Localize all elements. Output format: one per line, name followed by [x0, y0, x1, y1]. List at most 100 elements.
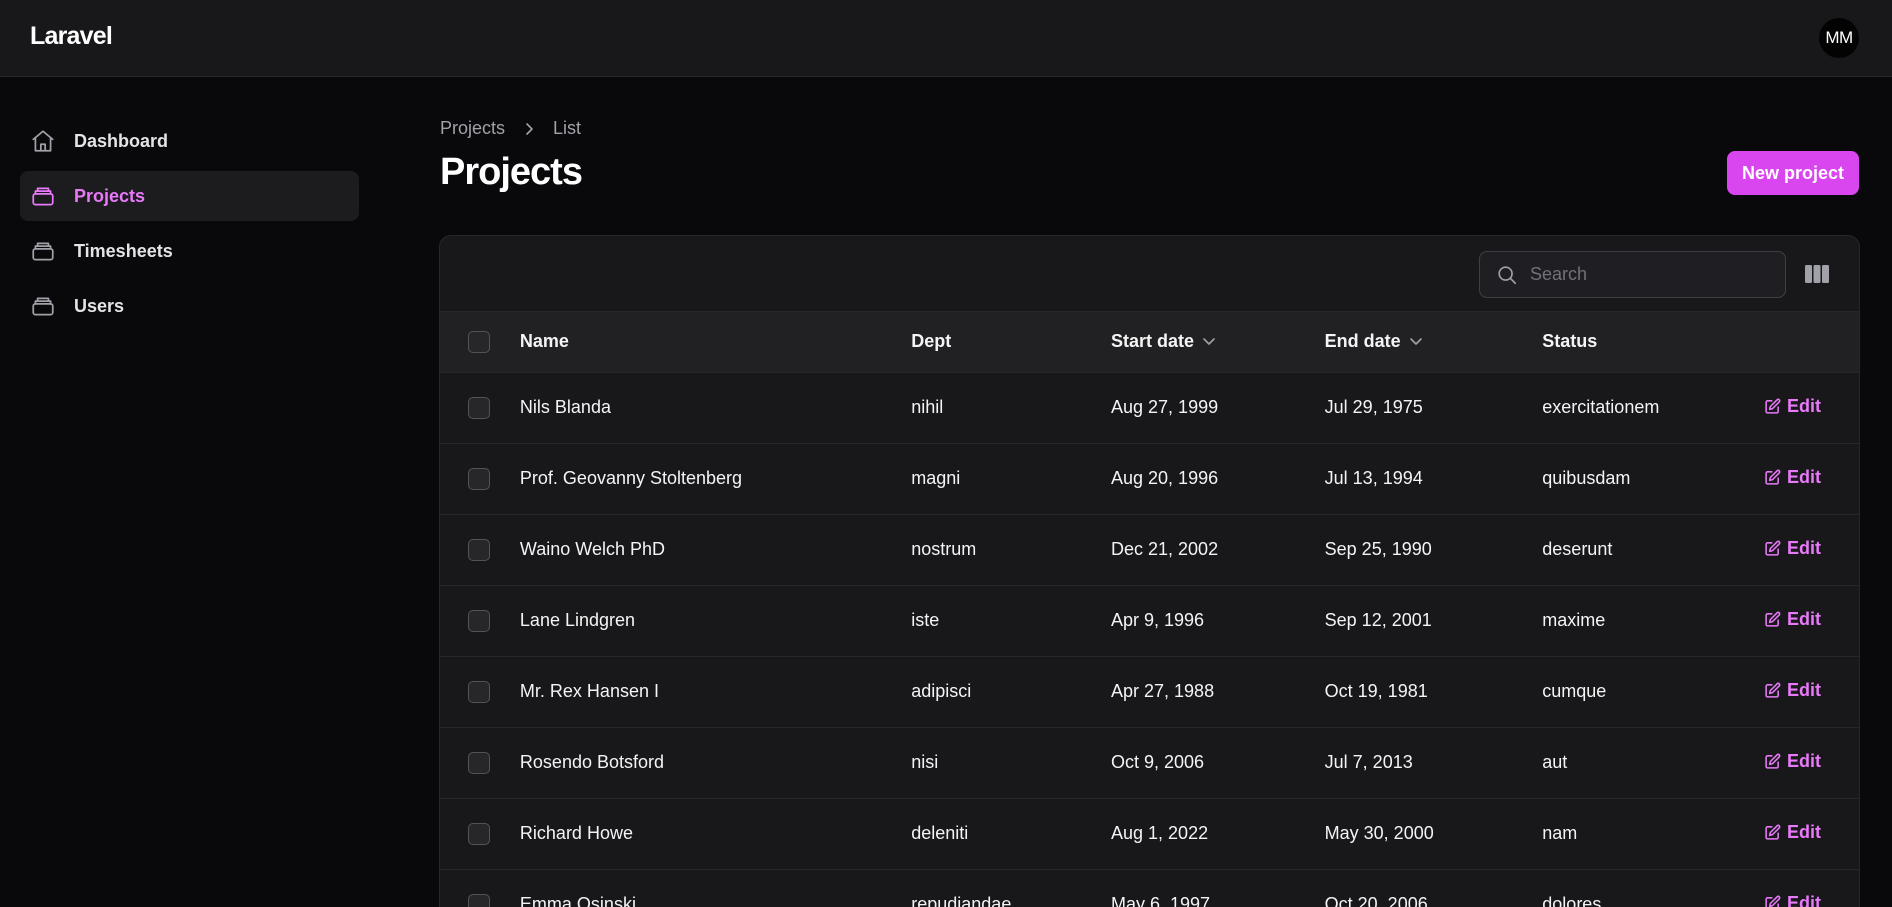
projects-table-card: Name Dept Start date End date Status Nil…: [439, 235, 1860, 907]
table-row[interactable]: Lane Lindgren iste Apr 9, 1996 Sep 12, 2001…: [440, 585, 1859, 656]
select-all-checkbox[interactable]: [468, 330, 490, 353]
cell-name: Mr. Rex Hansen I: [519, 681, 659, 701]
edit-icon: [1765, 611, 1781, 627]
sort-start-date[interactable]: Start date: [1111, 331, 1216, 352]
edit-label: Edit: [1787, 537, 1822, 558]
row-checkbox[interactable]: [468, 822, 490, 845]
table-row[interactable]: Waino Welch PhD nostrum Dec 21, 2002 Sep 25…: [440, 514, 1859, 585]
edit-label: Edit: [1787, 608, 1822, 629]
row-checkbox[interactable]: [468, 467, 490, 490]
new-project-button[interactable]: New project: [1727, 151, 1859, 195]
table-header-row: Name Dept Start date End date Status: [440, 312, 1859, 373]
search-field[interactable]: [1479, 251, 1786, 298]
column-header-name: Name: [519, 312, 912, 373]
table-row[interactable]: Prof. Geovanny Stoltenberg magni Aug 20, 1…: [440, 443, 1859, 514]
cell-name: Emma Osinski: [519, 894, 636, 907]
cell-status: maxime: [1542, 610, 1606, 630]
sidebar-item-timesheets[interactable]: Timesheets: [20, 226, 359, 276]
chevron-right-icon: [523, 122, 535, 136]
cell-status: dolores: [1542, 894, 1602, 907]
edit-label: Edit: [1787, 466, 1822, 487]
edit-icon: [1765, 895, 1781, 907]
edit-label: Edit: [1787, 679, 1822, 700]
columns-toggle-icon[interactable]: [1804, 263, 1830, 285]
row-checkbox[interactable]: [468, 538, 490, 561]
cell-start-date: Oct 9, 2006: [1111, 752, 1205, 772]
edit-button[interactable]: Edit: [1764, 822, 1821, 843]
row-checkbox[interactable]: [468, 609, 490, 632]
user-avatar[interactable]: MM: [1819, 18, 1859, 58]
table-row[interactable]: Rosendo Botsford nisi Oct 9, 2006 Jul 7, 20…: [440, 727, 1859, 798]
search-icon: [1496, 264, 1518, 286]
table-row[interactable]: Nils Blanda nihil Aug 27, 1999 Jul 29, 1975…: [440, 372, 1859, 443]
sidebar-item-users[interactable]: Users: [20, 281, 359, 331]
cell-dept: nihil: [911, 397, 944, 417]
sidebar-item-dashboard[interactable]: Dashboard: [20, 116, 359, 166]
edit-button[interactable]: Edit: [1764, 680, 1821, 701]
edit-button[interactable]: Edit: [1764, 751, 1821, 772]
row-checkbox[interactable]: [468, 680, 490, 703]
sort-end-date[interactable]: End date: [1325, 331, 1423, 352]
stack-icon: [30, 183, 56, 209]
table-toolbar: [440, 236, 1859, 312]
row-checkbox[interactable]: [468, 893, 490, 907]
edit-button[interactable]: Edit: [1764, 467, 1821, 488]
edit-icon: [1765, 824, 1781, 840]
cell-start-date: Apr 27, 1988: [1111, 681, 1215, 701]
cell-name: Rosendo Botsford: [519, 752, 665, 772]
edit-button[interactable]: Edit: [1764, 396, 1821, 417]
cell-dept: nostrum: [911, 539, 977, 559]
table-row[interactable]: Emma Osinski repudiandae May 6, 1997 Oct 20…: [440, 869, 1859, 907]
breadcrumb: Projects List: [440, 118, 581, 139]
row-checkbox[interactable]: [468, 396, 490, 419]
cell-end-date: Sep 12, 2001: [1324, 610, 1432, 630]
table-row[interactable]: Richard Howe deleniti Aug 1, 2022 May 30, 2…: [440, 798, 1859, 869]
table-row[interactable]: Mr. Rex Hansen I adipisci Apr 27, 1988 Oct …: [440, 656, 1859, 727]
top-bar: Laravel MM: [0, 0, 1892, 77]
cell-end-date: Sep 25, 1990: [1324, 539, 1432, 559]
edit-label: Edit: [1787, 395, 1822, 416]
chevron-down-icon: [1203, 337, 1215, 345]
home-icon: [30, 128, 56, 154]
edit-button[interactable]: Edit: [1764, 538, 1821, 559]
cell-start-date: Aug 27, 1999: [1111, 397, 1219, 417]
cell-name: Waino Welch PhD: [519, 539, 665, 559]
cell-end-date: Oct 20, 2006: [1324, 894, 1428, 907]
cell-dept: repudiandae: [911, 894, 1012, 907]
edit-button[interactable]: Edit: [1764, 893, 1821, 907]
sidebar-item-label: Timesheets: [74, 240, 173, 261]
stack-icon: [30, 238, 56, 264]
edit-icon: [1765, 540, 1781, 556]
edit-icon: [1765, 398, 1781, 414]
edit-icon: [1765, 682, 1781, 698]
edit-label: Edit: [1787, 892, 1822, 907]
cell-status: aut: [1542, 752, 1568, 772]
sidebar-item-projects[interactable]: Projects: [20, 171, 359, 221]
cell-end-date: Jul 7, 2013: [1324, 752, 1413, 772]
edit-button[interactable]: Edit: [1764, 609, 1821, 630]
column-header-dept: Dept: [911, 312, 1111, 373]
row-checkbox[interactable]: [468, 751, 490, 774]
sidebar-item-label: Projects: [74, 185, 146, 206]
cell-status: nam: [1542, 823, 1578, 843]
page-title: Projects: [440, 151, 583, 193]
cell-status: cumque: [1542, 681, 1607, 701]
column-header-start-date: Start date: [1111, 331, 1195, 352]
cell-status: quibusdam: [1542, 468, 1631, 488]
column-header-status: Status: [1542, 312, 1765, 373]
sidebar-item-label: Users: [74, 295, 125, 316]
search-input[interactable]: [1530, 264, 1770, 285]
cell-name: Lane Lindgren: [519, 610, 636, 630]
brand-logo[interactable]: Laravel: [30, 22, 113, 51]
chevron-down-icon: [1409, 337, 1422, 345]
breadcrumb-parent-link[interactable]: Projects: [440, 118, 505, 139]
projects-table: Name Dept Start date End date Status Nil…: [440, 312, 1859, 907]
breadcrumb-current: List: [553, 118, 582, 138]
cell-status: deserunt: [1542, 539, 1613, 559]
stack-icon: [30, 293, 56, 319]
cell-name: Richard Howe: [519, 823, 633, 843]
cell-start-date: Aug 1, 2022: [1111, 823, 1209, 843]
cell-start-date: Apr 9, 1996: [1111, 610, 1205, 630]
cell-end-date: Jul 29, 1975: [1324, 397, 1423, 417]
cell-dept: magni: [911, 468, 961, 488]
